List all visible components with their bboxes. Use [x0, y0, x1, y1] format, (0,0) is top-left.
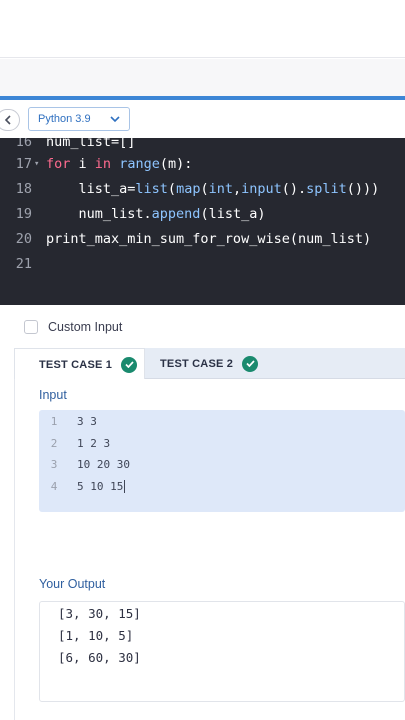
output-line: [1, 10, 5] — [58, 628, 134, 643]
code-line: 17 ▾ for i in range(m): — [0, 152, 405, 177]
input-line: 3 10 20 30 — [39, 454, 405, 475]
line-number: 20 — [15, 231, 32, 247]
text-caret — [124, 480, 126, 493]
code-token: ())) — [346, 181, 380, 197]
code-text: print_max_min_sum_for_row_wise(num_list) — [46, 227, 371, 252]
header-band — [0, 59, 405, 96]
code-line: 18 list_a=list(map(int,input().split())) — [0, 177, 405, 202]
code-line: 19 num_list.append(list_a) — [0, 202, 405, 227]
code-line: 21 — [0, 252, 405, 277]
editor-toolbar: Python 3.9 — [0, 100, 405, 138]
output-box: [3, 30, 15] [1, 10, 5] [6, 60, 30] — [39, 601, 405, 702]
code-token: ( — [167, 181, 177, 197]
input-line-text: 1 2 3 — [77, 433, 110, 454]
input-line: 1 3 3 — [39, 411, 405, 432]
input-value: 3 3 — [77, 415, 97, 428]
code-editor[interactable]: 16 num_list=[] 17 ▾ for i in range(m): 18 lis… — [0, 138, 405, 305]
code-text: list_a=list(map(int,input().split())) — [46, 177, 380, 202]
input-line-number: 3 — [50, 458, 58, 471]
code-text: for i in range(m): — [46, 152, 192, 177]
output-title: Your Output — [39, 577, 106, 591]
line-number: 21 — [15, 256, 32, 272]
language-select[interactable]: Python 3.9 — [28, 107, 130, 131]
code-token: list_a= — [46, 181, 136, 197]
code-token: (m): — [159, 156, 193, 172]
custom-input-toggle[interactable]: Custom Input — [24, 318, 122, 336]
check-circle-icon — [121, 356, 138, 373]
tab-test-case-1[interactable]: TEST CASE 1 — [14, 348, 145, 380]
input-title: Input — [39, 388, 67, 402]
top-header — [0, 0, 405, 58]
line-number: 19 — [15, 206, 32, 222]
chevron-left-icon — [4, 115, 12, 125]
function-token: map — [176, 181, 201, 197]
custom-input-checkbox[interactable] — [24, 320, 38, 334]
function-token: list — [135, 181, 168, 197]
code-line: 20 print_max_min_sum_for_row_wise(num_lis… — [0, 227, 405, 252]
tab-label: TEST CASE 1 — [39, 358, 113, 371]
function-token: range — [119, 156, 160, 172]
custom-input-label: Custom Input — [48, 320, 123, 334]
input-line-number: 2 — [50, 436, 58, 450]
input-value: 1 2 3 — [77, 436, 111, 450]
input-value: 10 20 30 — [77, 458, 130, 471]
function-token: input — [241, 181, 282, 197]
collapse-button[interactable] — [0, 109, 20, 131]
function-token: append — [151, 206, 201, 222]
input-value: 5 10 15 — [77, 479, 124, 493]
function-token: int — [208, 181, 233, 197]
keyword-token: in — [94, 156, 112, 172]
code-text: num_list.append(list_a) — [46, 202, 266, 227]
function-token: split — [306, 181, 347, 197]
code-token: num_list=[] — [46, 138, 136, 150]
code-token: (list_a) — [200, 206, 266, 222]
output-line: [3, 30, 15] — [58, 606, 141, 621]
input-line-text: 10 20 30 — [77, 454, 130, 475]
input-line-number: 1 — [50, 415, 58, 428]
input-line-text: 5 10 15 — [77, 476, 126, 497]
code-token: ( — [200, 181, 209, 197]
code-token: i — [70, 156, 95, 172]
code-token: num_list. — [46, 206, 152, 222]
input-line: 4 5 10 15 — [39, 476, 405, 497]
tab-test-case-2[interactable]: TEST CASE 2 — [145, 348, 275, 379]
input-line-number: 4 — [50, 479, 58, 493]
language-select-value: Python 3.9 — [38, 113, 91, 125]
code-token: (). — [281, 181, 307, 197]
code-token: , — [232, 181, 242, 197]
input-line: 2 1 2 3 — [39, 433, 405, 454]
input-box[interactable]: 1 3 3 2 1 2 3 3 10 20 30 4 5 10 15 — [39, 410, 405, 512]
fold-arrow-icon[interactable]: ▾ — [34, 152, 39, 177]
test-case-tabs: TEST CASE 1 TEST CASE 2 — [14, 348, 405, 380]
tab-label: TEST CASE 2 — [160, 357, 234, 370]
output-line: [6, 60, 30] — [58, 650, 141, 665]
line-number: 18 — [15, 181, 32, 197]
chevron-down-icon — [110, 116, 120, 123]
line-number: 17 — [15, 156, 32, 172]
input-line-text: 3 3 — [77, 411, 97, 432]
code-token: print_max_min_sum_for_row_wise(num_list) — [46, 231, 372, 247]
check-circle-icon — [242, 355, 259, 372]
keyword-token: for — [46, 156, 71, 172]
